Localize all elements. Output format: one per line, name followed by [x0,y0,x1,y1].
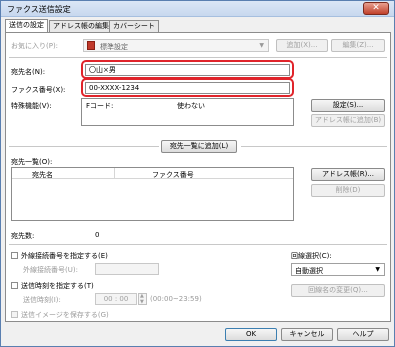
send-time-sub-label: 送信時刻(I): [23,296,61,304]
features-fcode-label: Fコード: [86,102,114,110]
send-time-input[interactable]: 00 : 00 [95,293,137,305]
spin-down-icon: ▼ [140,299,144,305]
features-settings-button[interactable]: 設定(S)... [311,99,385,112]
column-divider [114,168,115,179]
addressbook-button[interactable]: アドレス帳(R)... [311,168,385,181]
rename-line-button[interactable]: 回線名の変更(Q)... [291,284,385,297]
divider [9,244,387,245]
favorites-select[interactable]: 標準設定 ▼ [83,39,269,52]
favorites-edit-button[interactable]: 編集(Z)... [331,39,385,52]
add-to-addressbook-button[interactable]: アドレス帳に追加(B) [311,114,385,127]
tab-edit-addressbook[interactable]: アドレス帳の編集 [49,20,113,32]
recipient-list-header: 宛先名 ファクス番号 [12,168,293,179]
dialog-title: ファクス送信設定 [7,5,71,14]
tab-send-settings[interactable]: 送信の設定 [5,19,48,33]
title-bar: ファクス送信設定 ✕ [1,1,394,17]
recipient-list-label: 宛先一覧(O): [11,158,53,166]
fax-number-label: ファクス番号(X): [11,86,66,94]
delete-button[interactable]: 削除(D) [311,184,385,197]
send-time-checkbox[interactable] [11,282,18,289]
tab-cover-sheet[interactable]: カバーシート [109,20,159,32]
recipient-name-label: 宛先名(N): [11,68,46,76]
favorites-label: お気に入り(P): [11,42,59,50]
add-to-list-button[interactable]: 宛先一覧に追加(L) [161,140,237,153]
line-select[interactable]: 自動選択 ▼ [291,263,385,276]
ok-button[interactable]: OK [225,328,277,341]
fax-number-input[interactable]: 00-XXXX-1234 [85,82,290,94]
cancel-button[interactable]: キャンセル [281,328,333,341]
outside-line-number-label: 外線接続番号(U): [23,266,78,274]
recipient-count-label: 宛先数: [11,232,35,240]
divider [9,146,159,147]
send-time-range: (00:00~23:59) [150,295,202,303]
divider [9,57,387,58]
save-image-label[interactable]: 送信イメージを保存する(G) [21,310,109,320]
features-list[interactable]: Fコード: 使わない [81,98,294,126]
outside-line-label[interactable]: 外線接続番号を指定する(E) [21,251,108,261]
divider [241,146,387,147]
send-time-label[interactable]: 送信時刻を指定する(T) [21,281,94,291]
document-icon [87,41,95,50]
outside-line-number-input[interactable] [95,263,159,275]
recipient-count-value: 0 [95,231,100,239]
send-time-spinner[interactable]: ▲ ▼ [138,293,147,305]
chevron-down-icon: ▼ [375,266,380,273]
help-button[interactable]: ヘルプ [337,328,389,341]
chevron-down-icon: ▼ [259,42,264,49]
favorites-add-button[interactable]: 追加(X)... [276,39,328,52]
features-label: 特殊機能(V): [11,102,52,110]
recipient-name-input[interactable]: 〇山×男 [85,64,290,76]
outside-line-checkbox[interactable] [11,252,18,259]
favorites-value: 標準設定 [100,43,128,51]
line-select-value: 自動選択 [295,267,323,275]
save-image-checkbox[interactable] [11,311,18,318]
features-fcode-value: 使わない [177,102,205,110]
recipient-list[interactable]: 宛先名 ファクス番号 [11,167,294,221]
fax-settings-dialog: ファクス送信設定 ✕ 送信の設定 アドレス帳の編集 カバーシート お気に入り(P… [0,0,395,347]
column-header-fax[interactable]: ファクス番号 [152,170,194,180]
column-header-name[interactable]: 宛先名 [32,170,53,180]
line-select-label: 回線選択(C): [291,252,332,260]
close-button[interactable]: ✕ [363,2,389,15]
